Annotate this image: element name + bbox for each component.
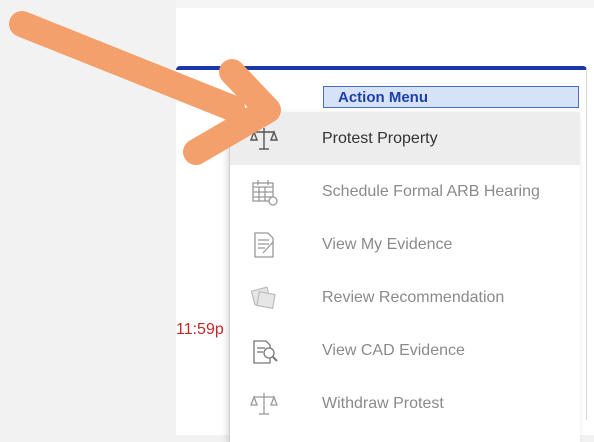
left-panel xyxy=(0,0,176,435)
top-strip xyxy=(176,0,594,8)
document-edit-icon xyxy=(247,228,281,262)
deadline-time: 11:59p xyxy=(176,321,224,338)
menu-item-label: Review Recommendation xyxy=(322,288,505,306)
action-dropdown-menu: Protest Property Schedule Formal ARB Hea… xyxy=(229,112,580,442)
document-search-icon xyxy=(247,334,281,368)
menu-item-view-my-evidence[interactable]: View My Evidence xyxy=(230,218,580,271)
review-icon xyxy=(247,281,281,315)
scales-icon xyxy=(247,387,281,421)
menu-item-protest-property[interactable]: Protest Property xyxy=(230,112,580,165)
calendar-icon xyxy=(247,175,281,209)
menu-item-view-cad-evidence[interactable]: View CAD Evidence xyxy=(230,324,580,377)
menu-item-label: Withdraw Protest xyxy=(322,394,444,412)
scales-icon xyxy=(247,122,281,156)
menu-item-label: Schedule Formal ARB Hearing xyxy=(322,182,540,200)
action-menu-select[interactable]: Action Menu xyxy=(323,86,579,108)
menu-item-withdraw-protest[interactable]: Withdraw Protest xyxy=(230,377,580,430)
menu-item-label: View My Evidence xyxy=(322,235,453,253)
menu-item-label: View CAD Evidence xyxy=(322,341,465,359)
menu-item-review-recommendation[interactable]: Review Recommendation xyxy=(230,271,580,324)
menu-item-label: Protest Property xyxy=(322,129,438,147)
menu-item-schedule-hearing[interactable]: Schedule Formal ARB Hearing xyxy=(230,165,580,218)
